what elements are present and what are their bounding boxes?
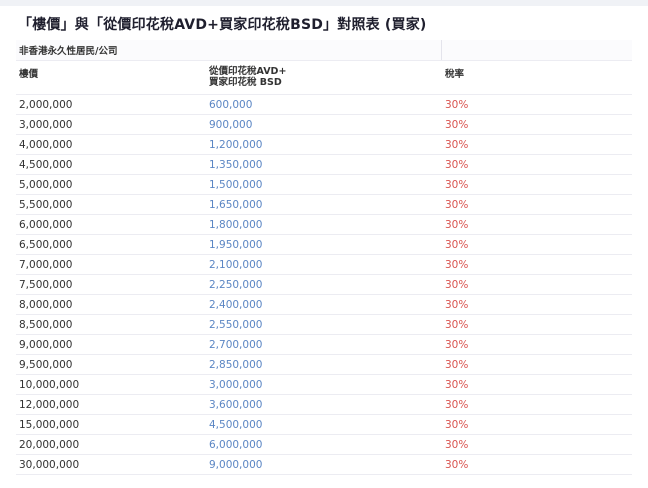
stamp-duty-cell: 3,600,000 (209, 398, 263, 411)
stamp-duty-cell: 1,500,000 (209, 178, 263, 191)
rate-cell: 30% (445, 318, 469, 331)
stamp-duty-cell: 1,800,000 (209, 218, 263, 231)
stamp-duty-cell: 1,200,000 (209, 138, 263, 151)
stamp-duty-cell: 2,700,000 (209, 338, 263, 351)
price-cell: 2,000,000 (19, 98, 73, 111)
table-row: 9,500,000 2,850,000 30% (16, 355, 632, 375)
price-cell: 8,000,000 (19, 298, 73, 311)
price-cell: 6,000,000 (19, 218, 73, 231)
price-cell: 8,500,000 (19, 318, 73, 331)
rate-cell: 30% (445, 258, 469, 271)
price-cell: 9,000,000 (19, 338, 73, 351)
rate-cell: 30% (445, 398, 469, 411)
category-label: 非香港永久性居民/公司 (16, 40, 442, 60)
price-cell: 12,000,000 (19, 398, 80, 411)
rate-cell: 30% (445, 178, 469, 191)
rate-cell: 30% (445, 378, 469, 391)
rate-cell: 30% (445, 98, 469, 111)
stamp-duty-column-header: 從價印花稅AVD+ 買家印花稅 BSD (206, 66, 442, 88)
rate-cell: 30% (445, 278, 469, 291)
column-header-row: 樓價 從價印花稅AVD+ 買家印花稅 BSD 稅率 (16, 61, 632, 95)
price-cell: 5,500,000 (19, 198, 73, 211)
table-row: 6,500,000 1,950,000 30% (16, 235, 632, 255)
stamp-duty-cell: 2,400,000 (209, 298, 263, 311)
stamp-duty-cell: 900,000 (209, 118, 253, 131)
price-cell: 7,000,000 (19, 258, 73, 271)
stamp-duty-header-line1: 從價印花稅AVD+ (209, 66, 287, 77)
table-row: 15,000,000 4,500,000 30% (16, 415, 632, 435)
table-row: 7,500,000 2,250,000 30% (16, 275, 632, 295)
price-cell: 15,000,000 (19, 418, 80, 431)
stamp-duty-cell: 1,350,000 (209, 158, 263, 171)
price-cell: 3,000,000 (19, 118, 73, 131)
rate-cell: 30% (445, 218, 469, 231)
rate-cell: 30% (445, 198, 469, 211)
rate-cell: 30% (445, 338, 469, 351)
category-header-row: 非香港永久性居民/公司 (16, 40, 632, 61)
table-row: 7,000,000 2,100,000 30% (16, 255, 632, 275)
price-column-header: 樓價 (19, 69, 39, 80)
rate-cell: 30% (445, 418, 469, 431)
rate-cell: 30% (445, 298, 469, 311)
table-row: 8,000,000 2,400,000 30% (16, 295, 632, 315)
rate-cell: 30% (445, 118, 469, 131)
rate-cell: 30% (445, 358, 469, 371)
rate-cell: 30% (445, 458, 469, 471)
price-cell: 4,500,000 (19, 158, 73, 171)
price-cell: 4,000,000 (19, 138, 73, 151)
table-row: 20,000,000 6,000,000 30% (16, 435, 632, 455)
stamp-duty-cell: 2,550,000 (209, 318, 263, 331)
table-row: 30,000,000 9,000,000 30% (16, 455, 632, 475)
price-cell: 20,000,000 (19, 438, 80, 451)
stamp-duty-cell: 2,250,000 (209, 278, 263, 291)
table-row: 12,000,000 3,600,000 30% (16, 395, 632, 415)
stamp-duty-table: 非香港永久性居民/公司 樓價 從價印花稅AVD+ 買家印花稅 BSD 稅率 2,… (16, 40, 632, 475)
stamp-duty-cell: 2,850,000 (209, 358, 263, 371)
price-cell: 6,500,000 (19, 238, 73, 251)
top-bar (0, 0, 648, 6)
table-body: 2,000,000 600,000 30% 3,000,000 900,000 30% 4,… (16, 95, 632, 475)
rate-cell: 30% (445, 238, 469, 251)
table-row: 2,000,000 600,000 30% (16, 95, 632, 115)
price-cell: 5,000,000 (19, 178, 73, 191)
table-row: 9,000,000 2,700,000 30% (16, 335, 632, 355)
price-cell: 10,000,000 (19, 378, 80, 391)
stamp-duty-cell: 2,100,000 (209, 258, 263, 271)
stamp-duty-cell: 1,650,000 (209, 198, 263, 211)
rate-cell: 30% (445, 438, 469, 451)
table-row: 5,500,000 1,650,000 30% (16, 195, 632, 215)
stamp-duty-cell: 600,000 (209, 98, 253, 111)
stamp-duty-cell: 9,000,000 (209, 458, 263, 471)
page-title: 「樓價」與「從價印花稅AVD+買家印花稅BSD」對照表 (買家) (18, 17, 427, 33)
price-cell: 7,500,000 (19, 278, 73, 291)
stamp-duty-cell: 1,950,000 (209, 238, 263, 251)
rate-cell: 30% (445, 158, 469, 171)
rate-column-header: 稅率 (445, 69, 465, 80)
stamp-duty-cell: 6,000,000 (209, 438, 263, 451)
table-row: 5,000,000 1,500,000 30% (16, 175, 632, 195)
table-row: 4,000,000 1,200,000 30% (16, 135, 632, 155)
table-row: 10,000,000 3,000,000 30% (16, 375, 632, 395)
price-cell: 9,500,000 (19, 358, 73, 371)
stamp-duty-cell: 3,000,000 (209, 378, 263, 391)
stamp-duty-cell: 4,500,000 (209, 418, 263, 431)
table-row: 6,000,000 1,800,000 30% (16, 215, 632, 235)
table-row: 3,000,000 900,000 30% (16, 115, 632, 135)
stamp-duty-header-line2: 買家印花稅 BSD (209, 77, 282, 88)
rate-cell: 30% (445, 138, 469, 151)
table-row: 4,500,000 1,350,000 30% (16, 155, 632, 175)
price-cell: 30,000,000 (19, 458, 80, 471)
table-row: 8,500,000 2,550,000 30% (16, 315, 632, 335)
